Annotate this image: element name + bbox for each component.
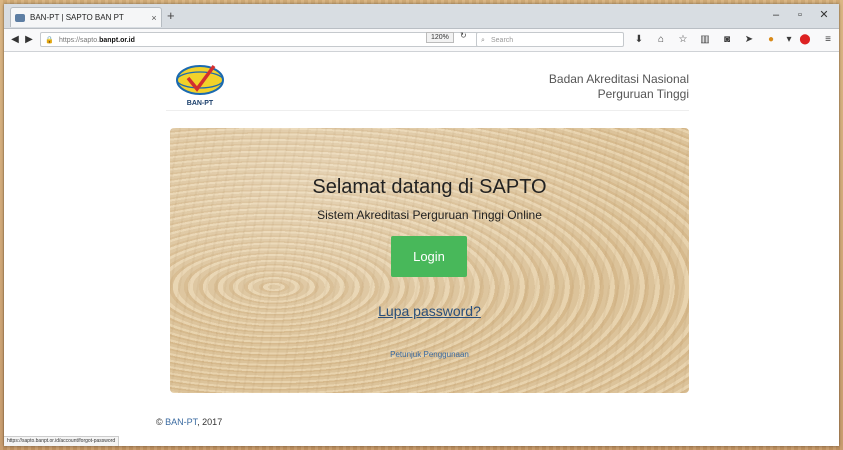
site-header: BAN-PT Badan Akreditasi Nasional Perguru… [166, 58, 689, 111]
lock-icon: 🔒 [45, 37, 54, 44]
forward-arrow-icon[interactable]: ▶ [22, 32, 36, 48]
logo-text: BAN-PT [187, 100, 214, 107]
user-guide-link[interactable]: Petunjuk Penggunaan [170, 350, 689, 359]
org-line-2: Perguruan Tinggi [597, 87, 689, 101]
reload-icon[interactable]: ↻ [460, 31, 467, 40]
welcome-heading: Selamat datang di SAPTO [312, 176, 547, 198]
url-host: banpt.or.id [99, 37, 135, 44]
tab-sapto[interactable]: BAN-PT | SAPTO BAN PT × [10, 7, 162, 27]
tab-bar: BAN-PT | SAPTO BAN PT × + – ▫ ✕ [4, 4, 839, 29]
ban-pt-logo: BAN-PT [176, 64, 224, 107]
menu-hamburger-icon[interactable]: ≡ [821, 33, 835, 47]
minimize-icon[interactable]: – [765, 6, 787, 24]
dropdown-chevron-icon[interactable]: ▾ [782, 33, 796, 47]
login-button[interactable]: Login [391, 236, 467, 277]
tab-title: BAN-PT | SAPTO BAN PT [30, 13, 124, 22]
page-footer: © BAN-PT, 2017 [156, 417, 222, 427]
org-line-1: Badan Akreditasi Nasional [548, 72, 689, 86]
new-tab-button[interactable]: + [167, 7, 175, 25]
maximize-icon[interactable]: ▫ [789, 6, 811, 24]
copyright-symbol: © [156, 417, 163, 427]
url-prefix: https://sapto. [59, 37, 100, 44]
organization-name: Badan Akreditasi Nasional Perguruan Ting… [549, 72, 689, 102]
status-bar-url: https://sapto.banpt.or.id/account/forgot… [4, 436, 120, 446]
search-icon: ⌕ [481, 37, 485, 44]
welcome-panel: Selamat datang di SAPTO Sistem Akreditas… [170, 128, 689, 393]
site-favicon-icon [15, 13, 25, 22]
navigation-bar: ◀ ▶ 🔒 https://sapto.banpt.or.id 120% ↻ ⌕… [4, 29, 839, 52]
adblock-icon[interactable]: ⬤ [798, 33, 812, 47]
pocket-icon[interactable]: ◙ [720, 33, 734, 47]
footer-year: , 2017 [197, 417, 223, 427]
download-icon[interactable]: ⬇ [632, 33, 646, 47]
welcome-subtitle: Sistem Akreditasi Perguruan Tinggi Onlin… [317, 208, 542, 222]
send-icon[interactable]: ➤ [742, 33, 756, 47]
close-window-icon[interactable]: ✕ [813, 6, 835, 24]
zoom-indicator[interactable]: 120% [426, 32, 454, 43]
browser-window: BAN-PT | SAPTO BAN PT × + – ▫ ✕ ◀ ▶ 🔒 ht… [4, 4, 839, 446]
page-content: BAN-PT Badan Akreditasi Nasional Perguru… [4, 52, 839, 446]
search-field[interactable]: ⌕ Search [476, 32, 624, 47]
home-icon[interactable]: ⌂ [654, 33, 668, 47]
back-arrow-icon[interactable]: ◀ [8, 32, 22, 48]
extension-icon[interactable]: ● [764, 33, 778, 47]
search-placeholder: Search [491, 37, 514, 44]
footer-org-link[interactable]: BAN-PT [165, 417, 197, 427]
library-icon[interactable]: ▥ [698, 33, 712, 47]
bookmark-star-icon[interactable]: ☆ [676, 33, 690, 47]
tab-close-icon[interactable]: × [147, 13, 161, 23]
forgot-password-link[interactable]: Lupa password? [170, 303, 689, 319]
